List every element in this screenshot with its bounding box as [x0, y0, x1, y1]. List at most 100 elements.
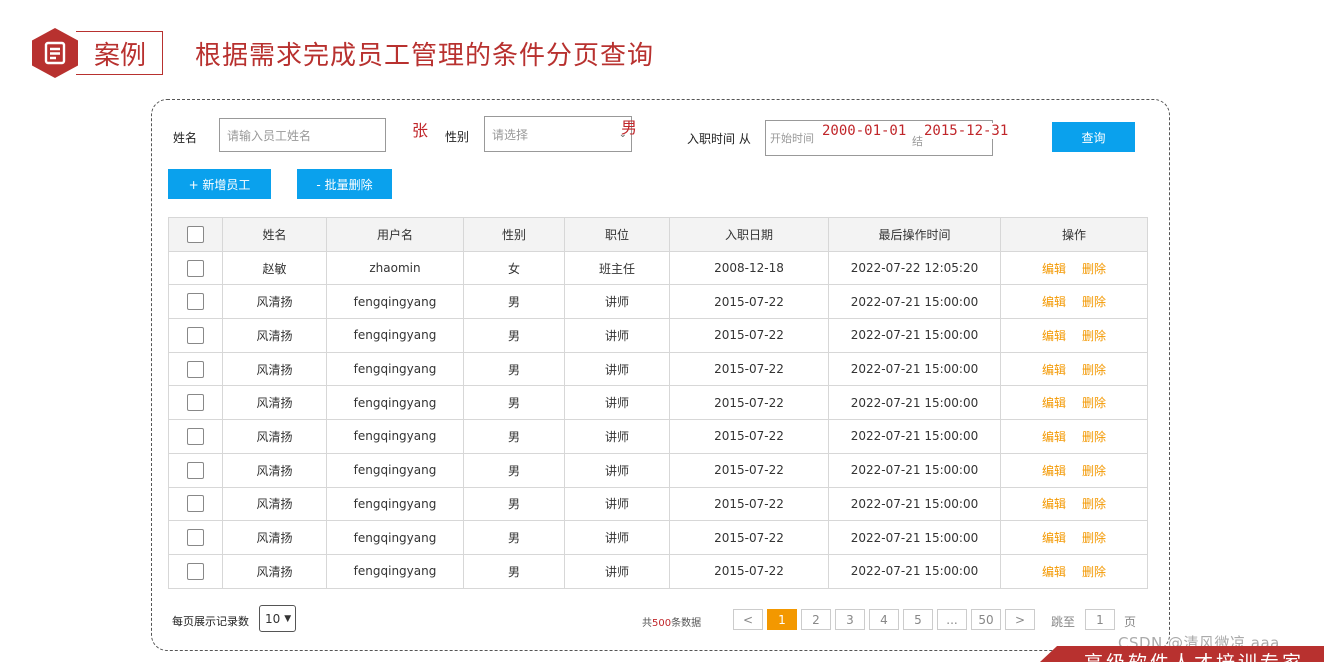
- cell-last-op: 2022-07-21 15:00:00: [828, 419, 1001, 454]
- cell-last-op: 2022-07-21 15:00:00: [828, 520, 1001, 555]
- row-checkbox[interactable]: [187, 427, 204, 445]
- name-input[interactable]: 请输入员工姓名: [219, 118, 386, 152]
- delete-link[interactable]: 删除: [1082, 430, 1106, 444]
- row-checkbox[interactable]: [187, 461, 204, 479]
- table-row: 风清扬 fengqingyang 男讲师 2015-07-22 2022-07-21 1…: [168, 520, 1148, 555]
- row-select-cell[interactable]: [168, 318, 223, 353]
- edit-link[interactable]: 编辑: [1042, 430, 1066, 444]
- edit-link[interactable]: 编辑: [1042, 565, 1066, 579]
- edit-link[interactable]: 编辑: [1042, 531, 1066, 545]
- cell-position: 讲师: [564, 284, 670, 320]
- row-checkbox[interactable]: [187, 495, 204, 513]
- column-header: 性别: [463, 217, 565, 252]
- query-button[interactable]: 查询: [1052, 122, 1135, 152]
- cell-entry-date: 2015-07-22: [669, 284, 829, 320]
- prev-page-button[interactable]: <: [733, 609, 763, 630]
- delete-link[interactable]: 删除: [1082, 262, 1106, 276]
- cell-username: fengqingyang: [326, 385, 464, 421]
- row-select-cell[interactable]: [168, 520, 223, 555]
- delete-link[interactable]: 删除: [1082, 497, 1106, 511]
- date-label: 入职时间 从: [687, 132, 751, 146]
- page-button[interactable]: ...: [937, 609, 967, 630]
- delete-link[interactable]: 删除: [1082, 295, 1106, 309]
- page-button[interactable]: 50: [971, 609, 1001, 630]
- row-select-cell[interactable]: [168, 351, 223, 387]
- column-header: 用户名: [326, 217, 464, 252]
- chevron-down-icon: ▼: [284, 613, 292, 624]
- cell-name: 风清扬: [222, 452, 327, 488]
- row-checkbox[interactable]: [187, 259, 204, 277]
- next-page-button[interactable]: >: [1005, 609, 1035, 630]
- row-checkbox[interactable]: [187, 326, 204, 344]
- row-checkbox[interactable]: [187, 360, 204, 378]
- cell-actions: 编辑 删除: [1000, 284, 1148, 320]
- edit-link[interactable]: 编辑: [1042, 396, 1066, 410]
- column-header: 姓名: [222, 217, 327, 252]
- cell-gender: 男: [463, 318, 565, 353]
- edit-link[interactable]: 编辑: [1042, 363, 1066, 377]
- page-button[interactable]: 4: [869, 609, 899, 630]
- row-checkbox[interactable]: [187, 562, 204, 580]
- cell-position: 讲师: [564, 553, 670, 589]
- cell-position: 讲师: [564, 452, 670, 488]
- cell-username: fengqingyang: [326, 351, 464, 387]
- delete-link[interactable]: 删除: [1082, 363, 1106, 377]
- row-select-cell[interactable]: [168, 553, 223, 589]
- delete-link[interactable]: 删除: [1082, 329, 1106, 343]
- cell-entry-date: 2015-07-22: [669, 520, 829, 555]
- select-all-checkbox[interactable]: [187, 225, 204, 243]
- row-checkbox[interactable]: [187, 394, 204, 412]
- cell-name: 风清扬: [222, 486, 327, 522]
- delete-link[interactable]: 删除: [1082, 531, 1106, 545]
- page-button[interactable]: 1: [767, 609, 797, 630]
- jump-page-input[interactable]: 1: [1085, 609, 1115, 630]
- row-select-cell[interactable]: [168, 250, 223, 286]
- page-button[interactable]: 2: [801, 609, 831, 630]
- case-label: 案例: [76, 31, 164, 75]
- select-all-cell[interactable]: [168, 217, 223, 252]
- edit-link[interactable]: 编辑: [1042, 497, 1066, 511]
- gender-select[interactable]: 请选择 ⌄: [484, 116, 632, 152]
- cell-gender: 男: [463, 486, 565, 522]
- date-start-annotation: 2000-01-01: [822, 123, 907, 139]
- delete-link[interactable]: 删除: [1082, 396, 1106, 410]
- add-employee-button[interactable]: + 新增员工: [168, 169, 271, 199]
- cell-last-op: 2022-07-21 15:00:00: [828, 486, 1001, 522]
- cell-last-op: 2022-07-21 15:00:00: [828, 385, 1001, 421]
- table-row: 风清扬 fengqingyang 男讲师 2015-07-22 2022-07-21 1…: [168, 486, 1148, 522]
- page-size-select[interactable]: 10 ▼: [259, 605, 296, 632]
- edit-link[interactable]: 编辑: [1042, 329, 1066, 343]
- cell-gender: 男: [463, 553, 565, 589]
- cell-last-op: 2022-07-21 15:00:00: [828, 351, 1001, 387]
- edit-link[interactable]: 编辑: [1042, 295, 1066, 309]
- edit-link[interactable]: 编辑: [1042, 464, 1066, 478]
- table-row: 风清扬 fengqingyang 男讲师 2015-07-22 2022-07-21 1…: [168, 284, 1148, 320]
- row-select-cell[interactable]: [168, 385, 223, 421]
- delete-link[interactable]: 删除: [1082, 464, 1106, 478]
- page-size-value: 10: [265, 611, 281, 626]
- footer-band-text: 高级软件人才培训专家: [1084, 648, 1304, 662]
- edit-link[interactable]: 编辑: [1042, 262, 1066, 276]
- cell-username: fengqingyang: [326, 452, 464, 488]
- cell-username: zhaomin: [326, 250, 464, 286]
- cell-actions: 编辑 删除: [1000, 419, 1148, 454]
- table-row: 赵敏 zhaomin 女班主任 2008-12-18 2022-07-22 12:05:…: [168, 250, 1148, 286]
- page-button[interactable]: 5: [903, 609, 933, 630]
- page-button[interactable]: 3: [835, 609, 865, 630]
- row-select-cell[interactable]: [168, 419, 223, 454]
- row-select-cell[interactable]: [168, 452, 223, 488]
- row-checkbox[interactable]: [187, 293, 204, 311]
- cell-entry-date: 2015-07-22: [669, 553, 829, 589]
- row-select-cell[interactable]: [168, 486, 223, 522]
- cell-name: 风清扬: [222, 385, 327, 421]
- row-select-cell[interactable]: [168, 284, 223, 320]
- delete-link[interactable]: 删除: [1082, 565, 1106, 579]
- document-icon: [32, 28, 78, 78]
- table-row: 风清扬 fengqingyang 男讲师 2015-07-22 2022-07-21 1…: [168, 452, 1148, 488]
- batch-delete-button[interactable]: - 批量删除: [297, 169, 392, 199]
- cell-gender: 男: [463, 284, 565, 320]
- cell-actions: 编辑 删除: [1000, 351, 1148, 387]
- cell-name: 风清扬: [222, 351, 327, 387]
- cell-actions: 编辑 删除: [1000, 250, 1148, 286]
- row-checkbox[interactable]: [187, 529, 204, 547]
